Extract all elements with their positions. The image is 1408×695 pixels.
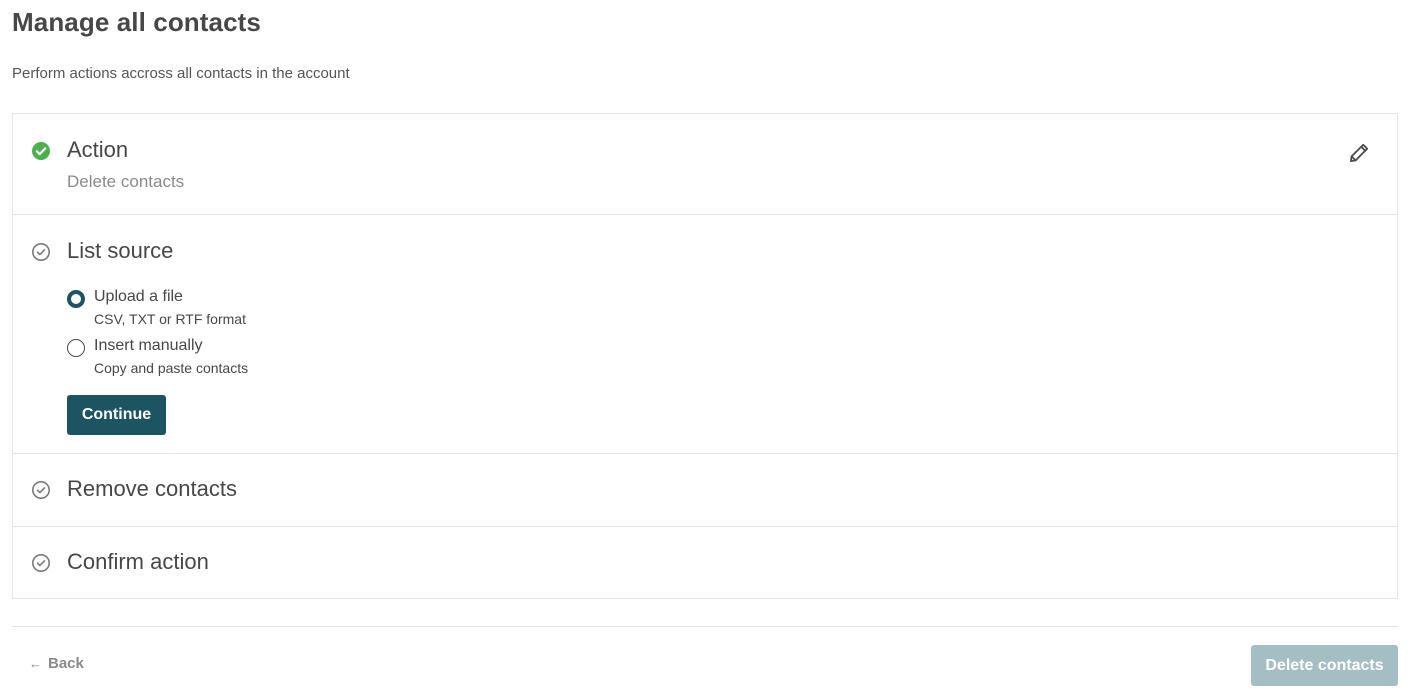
option-description: Copy and paste contacts xyxy=(94,360,249,376)
step-title: Action xyxy=(67,137,129,162)
continue-button[interactable]: Continue xyxy=(67,395,166,435)
step-title: Confirm action xyxy=(67,549,209,574)
back-link[interactable]: ← Back xyxy=(29,655,84,672)
manage-contacts-page: Manage all contacts Perform actions accr… xyxy=(0,0,1408,695)
step-action: Action Delete contacts xyxy=(13,114,1397,214)
step-title: Remove contacts xyxy=(67,476,237,501)
option-label: Insert manually xyxy=(94,337,203,354)
page-subtitle: Perform actions accross all contacts in … xyxy=(12,65,350,82)
step-remove-contacts: Remove contacts xyxy=(13,453,1397,526)
option-description: CSV, TXT or RTF format xyxy=(94,311,246,327)
page-title: Manage all contacts xyxy=(12,7,261,37)
option-label: Upload a file xyxy=(94,288,183,305)
edit-pencil-icon[interactable] xyxy=(1347,141,1371,165)
stepper: Action Delete contacts List source Uploa… xyxy=(12,113,1398,599)
footer-divider xyxy=(12,626,1398,627)
check-circle-outline-icon xyxy=(31,242,51,262)
step-list-source: List source Upload a file CSV, TXT or RT… xyxy=(13,214,1397,453)
check-circle-outline-icon xyxy=(31,553,51,573)
check-circle-filled-icon xyxy=(31,141,51,161)
arrow-left-icon: ← xyxy=(29,656,42,671)
radio-insert-manually[interactable] xyxy=(67,339,85,357)
step-summary: Delete contacts xyxy=(67,172,185,191)
step-title: List source xyxy=(67,238,174,263)
delete-contacts-button[interactable]: Delete contacts xyxy=(1251,645,1398,686)
check-circle-outline-icon xyxy=(31,480,51,500)
radio-upload-file[interactable] xyxy=(67,290,85,308)
step-confirm-action: Confirm action xyxy=(13,526,1397,598)
back-label: Back xyxy=(48,655,84,672)
